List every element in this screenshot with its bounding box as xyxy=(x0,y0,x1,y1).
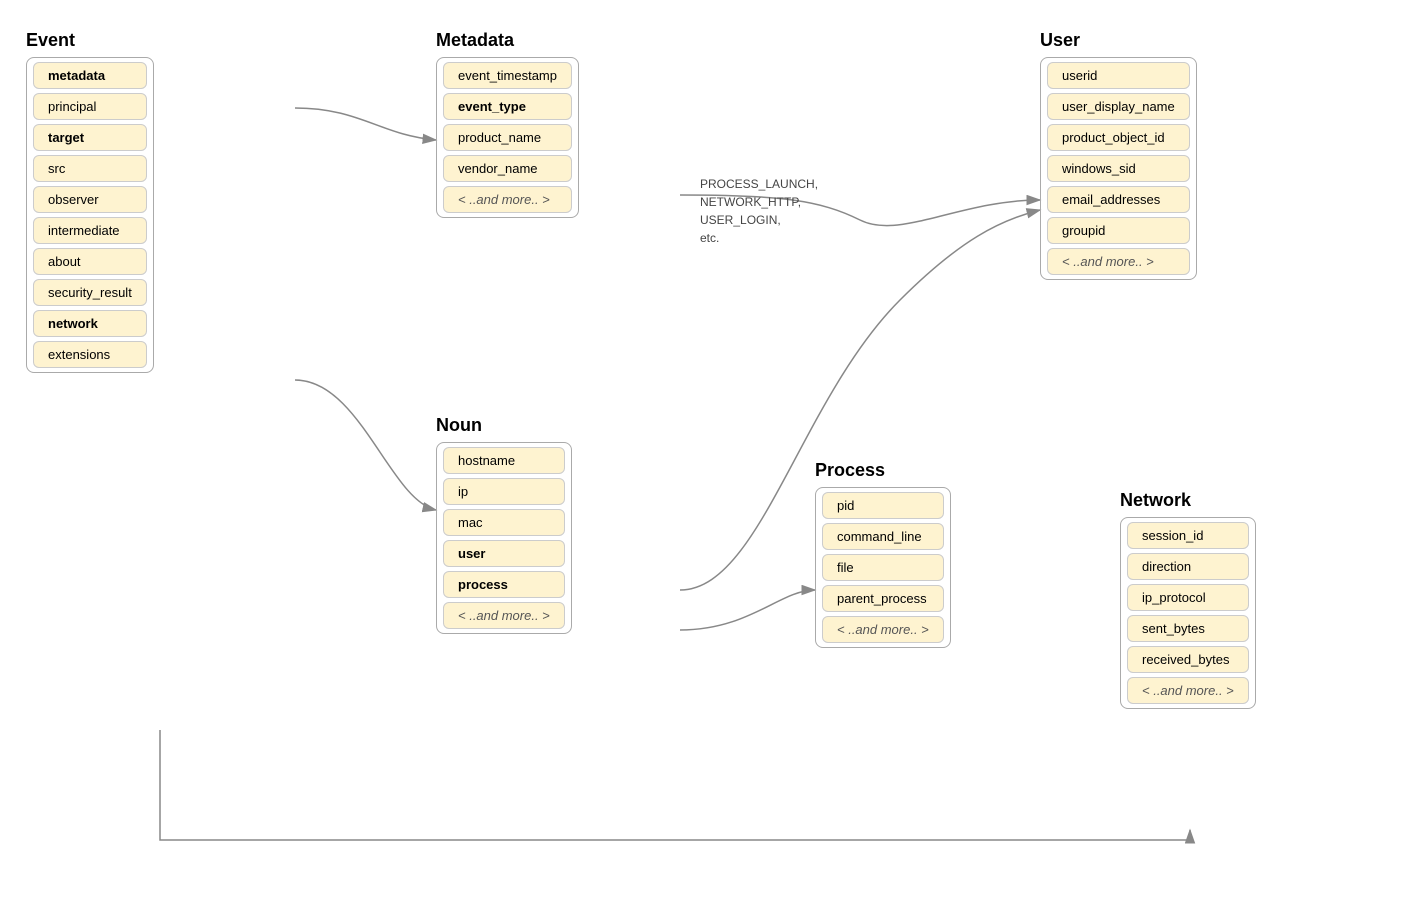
network-field-more: < ..and more.. > xyxy=(1127,677,1249,704)
metadata-field-vendor-name: vendor_name xyxy=(443,155,572,182)
network-field-received-bytes: received_bytes xyxy=(1127,646,1249,673)
metadata-box: event_timestamp event_type product_name … xyxy=(436,57,579,218)
user-field-windows-sid: windows_sid xyxy=(1047,155,1190,182)
event-field-principal: principal xyxy=(33,93,147,120)
user-field-display-name: user_display_name xyxy=(1047,93,1190,120)
process-box: pid command_line file parent_process < .… xyxy=(815,487,951,648)
network-field-ip-protocol: ip_protocol xyxy=(1127,584,1249,611)
process-entity: Process pid command_line file parent_pro… xyxy=(815,460,951,648)
process-title: Process xyxy=(815,460,951,481)
metadata-entity: Metadata event_timestamp event_type prod… xyxy=(436,30,579,218)
network-field-sent-bytes: sent_bytes xyxy=(1127,615,1249,642)
event-entity: Event metadata principal target src obse… xyxy=(26,30,154,373)
process-field-file: file xyxy=(822,554,944,581)
metadata-field-event-type: event_type xyxy=(443,93,572,120)
process-field-parent-process: parent_process xyxy=(822,585,944,612)
noun-box: hostname ip mac user process < ..and mor… xyxy=(436,442,572,634)
noun-field-more: < ..and more.. > xyxy=(443,602,565,629)
metadata-field-more: < ..and more.. > xyxy=(443,186,572,213)
event-field-metadata: metadata xyxy=(33,62,147,89)
metadata-title: Metadata xyxy=(436,30,579,51)
noun-field-mac: mac xyxy=(443,509,565,536)
event-field-security-result: security_result xyxy=(33,279,147,306)
event-box: metadata principal target src observer i… xyxy=(26,57,154,373)
process-field-pid: pid xyxy=(822,492,944,519)
network-title: Network xyxy=(1120,490,1256,511)
noun-field-hostname: hostname xyxy=(443,447,565,474)
noun-entity: Noun hostname ip mac user process < ..an… xyxy=(436,415,572,634)
event-type-values-label: PROCESS_LAUNCH,NETWORK_HTTP,USER_LOGIN,e… xyxy=(700,175,818,247)
user-title: User xyxy=(1040,30,1197,51)
user-field-userid: userid xyxy=(1047,62,1190,89)
metadata-field-event-timestamp: event_timestamp xyxy=(443,62,572,89)
event-field-about: about xyxy=(33,248,147,275)
event-field-observer: observer xyxy=(33,186,147,213)
arrows-svg xyxy=(0,0,1426,901)
noun-field-ip: ip xyxy=(443,478,565,505)
network-field-direction: direction xyxy=(1127,553,1249,580)
network-box: session_id direction ip_protocol sent_by… xyxy=(1120,517,1256,709)
user-field-more: < ..and more.. > xyxy=(1047,248,1190,275)
event-field-network: network xyxy=(33,310,147,337)
user-field-email-addresses: email_addresses xyxy=(1047,186,1190,213)
event-field-target: target xyxy=(33,124,147,151)
network-entity: Network session_id direction ip_protocol… xyxy=(1120,490,1256,709)
event-title: Event xyxy=(26,30,154,51)
user-field-product-object-id: product_object_id xyxy=(1047,124,1190,151)
user-entity: User userid user_display_name product_ob… xyxy=(1040,30,1197,280)
diagram-container: Event metadata principal target src obse… xyxy=(0,0,1426,901)
noun-field-user: user xyxy=(443,540,565,567)
user-field-groupid: groupid xyxy=(1047,217,1190,244)
metadata-field-product-name: product_name xyxy=(443,124,572,151)
noun-field-process: process xyxy=(443,571,565,598)
event-field-src: src xyxy=(33,155,147,182)
user-box: userid user_display_name product_object_… xyxy=(1040,57,1197,280)
event-field-intermediate: intermediate xyxy=(33,217,147,244)
noun-title: Noun xyxy=(436,415,572,436)
process-field-more: < ..and more.. > xyxy=(822,616,944,643)
event-field-extensions: extensions xyxy=(33,341,147,368)
process-field-command-line: command_line xyxy=(822,523,944,550)
network-field-session-id: session_id xyxy=(1127,522,1249,549)
